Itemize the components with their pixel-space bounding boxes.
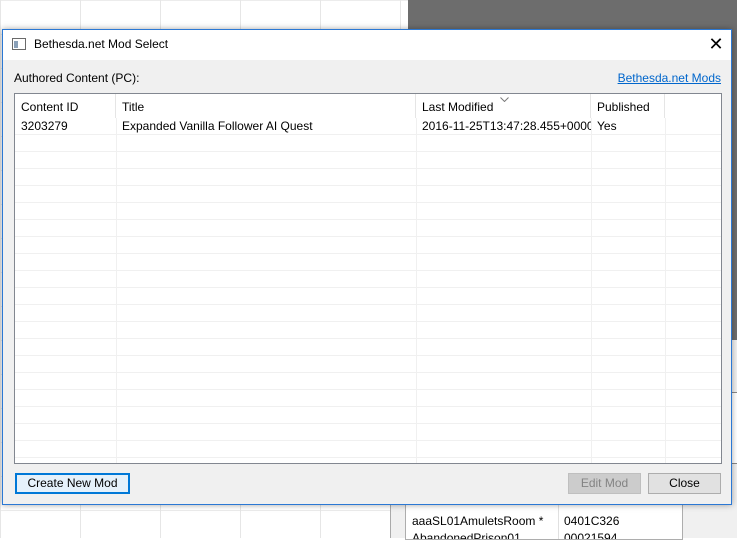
empty-row — [15, 203, 721, 220]
empty-row — [15, 356, 721, 373]
empty-row — [15, 407, 721, 424]
mods-table: Content ID Title Last Modified Published… — [14, 93, 722, 464]
table-row[interactable]: 3203279 Expanded Vanilla Follower AI Que… — [15, 118, 721, 135]
empty-row — [15, 135, 721, 152]
empty-row — [15, 373, 721, 390]
empty-row — [15, 288, 721, 305]
empty-row — [15, 339, 721, 356]
bethesda-mods-link[interactable]: Bethesda.net Mods — [618, 71, 721, 85]
create-new-mod-button[interactable]: Create New Mod — [15, 473, 130, 494]
column-header-content-id[interactable]: Content ID — [15, 94, 116, 118]
cell-published: Yes — [597, 119, 617, 133]
cell-title: Expanded Vanilla Follower AI Quest — [122, 119, 313, 133]
sort-descending-icon — [500, 95, 509, 104]
column-header-published[interactable]: Published — [591, 94, 665, 118]
empty-row — [15, 152, 721, 169]
dialog-title: Bethesda.net Mod Select — [34, 37, 169, 51]
empty-row — [15, 254, 721, 271]
cell-last-modified: 2016-11-25T13:47:28.455+0000 — [422, 119, 591, 133]
close-button[interactable]: Close — [648, 473, 721, 494]
authored-content-label: Authored Content (PC): — [14, 71, 140, 85]
window-app-icon — [12, 38, 26, 50]
empty-row — [15, 271, 721, 288]
close-icon[interactable]: ✕ — [701, 30, 731, 60]
column-header-title[interactable]: Title — [116, 94, 416, 118]
empty-row — [15, 237, 721, 254]
empty-row — [15, 186, 721, 203]
empty-row — [15, 441, 721, 458]
mod-select-dialog: Bethesda.net Mod Select ✕ Authored Conte… — [2, 29, 732, 505]
table-body: 3203279 Expanded Vanilla Follower AI Que… — [15, 118, 721, 463]
empty-row — [15, 169, 721, 186]
background-list-row[interactable]: AbandonedPrison01 00021594 — [406, 531, 682, 539]
table-header: Content ID Title Last Modified Published — [15, 94, 721, 118]
background-list-row[interactable]: aaaSL01AmuletsRoom * 0401C326 — [406, 514, 682, 530]
cell-content-id: 3203279 — [21, 119, 68, 133]
empty-row — [15, 220, 721, 237]
empty-row — [15, 322, 721, 339]
empty-row — [15, 390, 721, 407]
edit-mod-button[interactable]: Edit Mod — [568, 473, 641, 494]
empty-row — [15, 305, 721, 322]
background-cell-list: aaaMarkers 0008EAEF aaaSL01AmuletsRoom *… — [405, 500, 683, 540]
title-bar[interactable]: Bethesda.net Mod Select ✕ — [3, 30, 731, 60]
empty-row — [15, 424, 721, 441]
